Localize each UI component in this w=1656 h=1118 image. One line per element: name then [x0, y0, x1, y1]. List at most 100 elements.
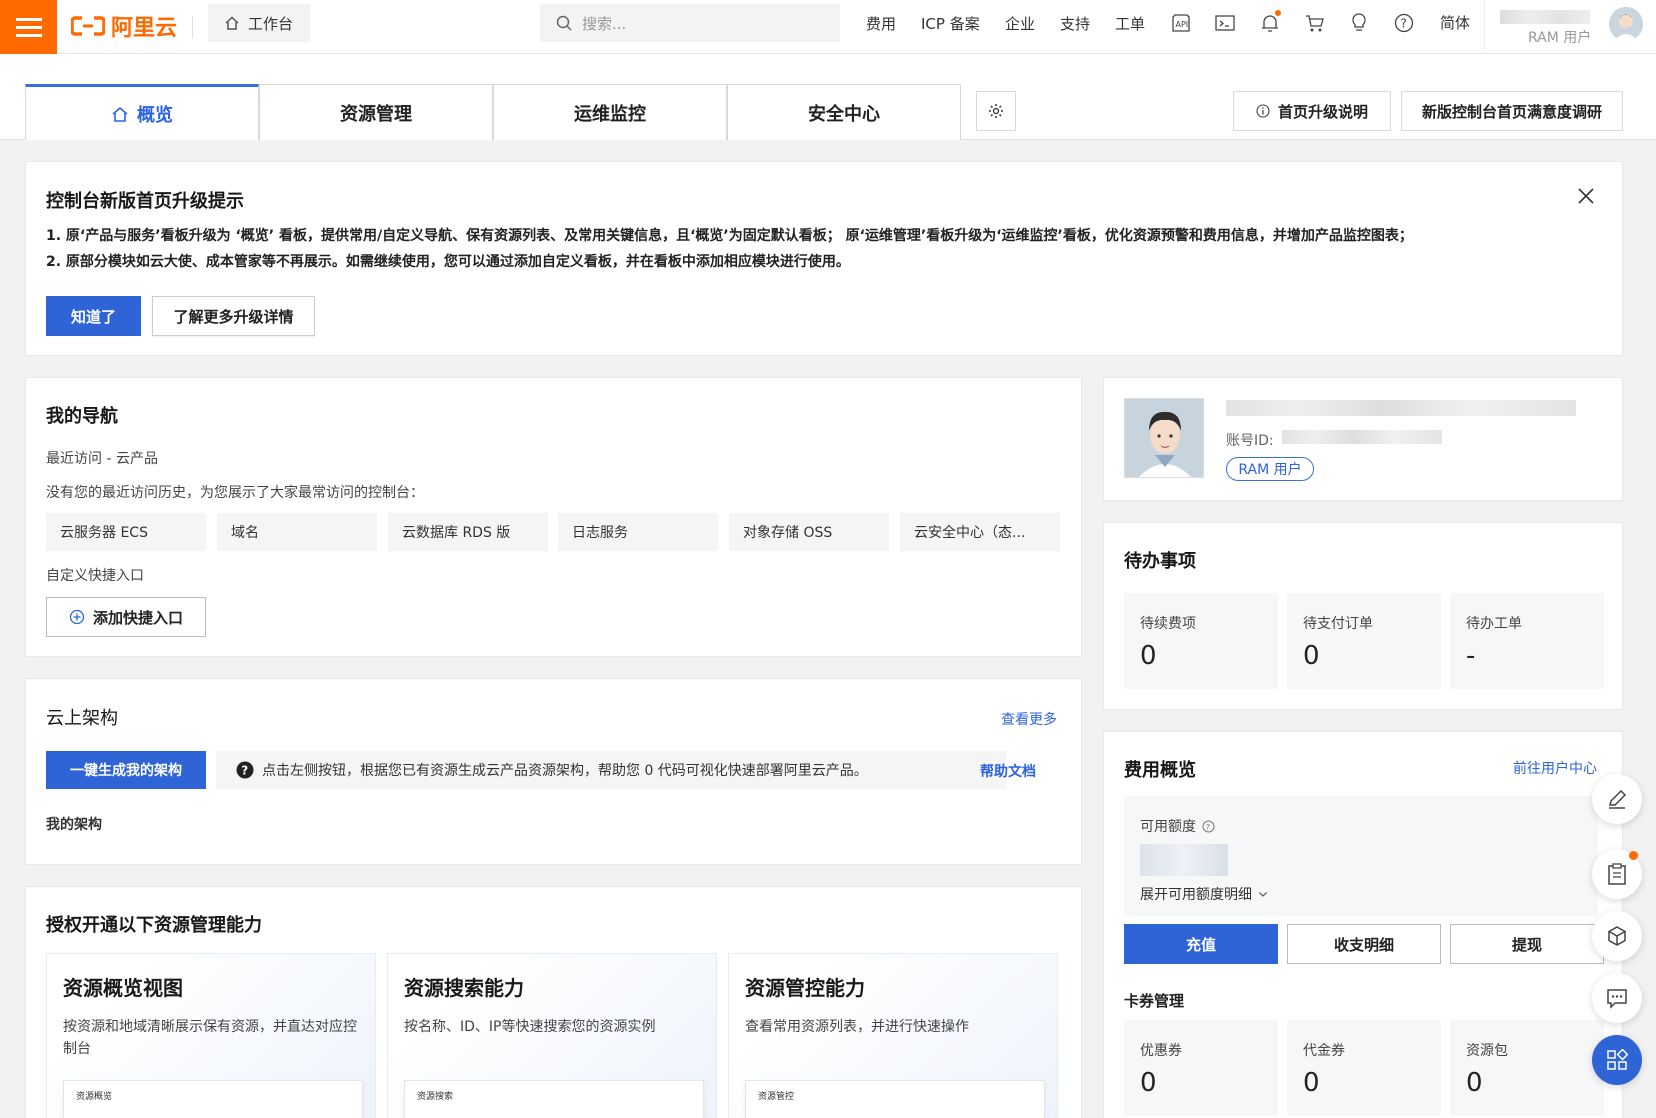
info-icon [1256, 104, 1270, 118]
question-icon: ? [236, 761, 254, 779]
notice-line-1: 1. 原‘产品与服务’看板升级为 ‘概览’ 看板，提供常用/自定义导航、保有资源… [46, 228, 1413, 244]
lightbulb-icon[interactable] [1347, 11, 1371, 35]
tab-settings-button[interactable] [976, 91, 1016, 131]
topnav-support[interactable]: 支持 [1060, 0, 1090, 46]
stat-value: 0 [1303, 1068, 1320, 1098]
preview-label: 资源管控 [758, 1092, 795, 1102]
notice-title: 控制台新版首页升级提示 [46, 191, 244, 212]
no-history-text: 没有您的最近访问历史，为您展示了大家最常访问的控制台： [46, 485, 424, 501]
close-icon[interactable] [1576, 186, 1596, 206]
stat-value: 0 [1303, 641, 1320, 671]
expand-quota-toggle[interactable]: 展开可用额度明细 [1140, 884, 1268, 904]
quick-link-log[interactable]: 日志服务 [558, 513, 718, 551]
capability-control[interactable]: 资源管控能力 查看常用资源列表，并进行快速操作 资源管控 [728, 953, 1058, 1118]
avatar[interactable] [1609, 7, 1643, 41]
coupon-resource-pack[interactable]: 资源包 0 [1450, 1020, 1604, 1116]
quick-link-rds[interactable]: 云数据库 RDS 版 [388, 513, 548, 551]
todo-unpaid-orders[interactable]: 待支付订单 0 [1287, 593, 1441, 689]
my-navigation-card: 我的导航 最近访问 - 云产品 没有您的最近访问历史，为您展示了大家最常访问的控… [25, 377, 1082, 657]
account-name-redacted [1500, 10, 1590, 24]
todo-title: 待办事项 [1124, 551, 1196, 572]
capability-search[interactable]: 资源搜索能力 按名称、ID、IP等快速搜索您的资源实例 资源搜索 [387, 953, 717, 1118]
divider [1484, 0, 1485, 54]
svg-text:API: API [1176, 20, 1189, 29]
tab-overview[interactable]: 概览 [25, 84, 259, 140]
capability-preview: 资源概览 [63, 1080, 363, 1118]
clipboard-icon [1608, 863, 1626, 885]
coupon-discount[interactable]: 优惠券 0 [1124, 1020, 1278, 1116]
quick-link-security[interactable]: 云安全中心（态... [900, 513, 1060, 551]
search-input[interactable]: 搜索... [540, 4, 840, 42]
help-icon[interactable]: ? [1392, 11, 1416, 35]
topnav-icp[interactable]: ICP 备案 [921, 0, 980, 46]
apps-float-button[interactable] [1592, 1035, 1642, 1085]
cloud-architecture-card: 云上架构 查看更多 一键生成我的架构 ? 点击左侧按钮，根据您已有资源生成云产品… [25, 678, 1082, 865]
home-icon [112, 106, 128, 122]
fees-title: 费用概览 [1124, 760, 1196, 781]
survey-button[interactable]: 新版控制台首页满意度调研 [1401, 91, 1623, 131]
stat-value: 0 [1140, 641, 1157, 671]
chevron-down-icon [1259, 892, 1267, 897]
upgrade-notes-button[interactable]: 首页升级说明 [1233, 91, 1391, 131]
stat-label: 优惠券 [1140, 1043, 1182, 1059]
capability-overview[interactable]: 资源概览视图 按资源和地域清晰展示保有资源，并直达对应控制台 资源概览 [46, 953, 376, 1118]
learn-more-button[interactable]: 了解更多升级详情 [152, 296, 315, 336]
recent-label: 最近访问 - 云产品 [46, 451, 158, 467]
add-circle-icon [69, 609, 85, 625]
generate-architecture-button[interactable]: 一键生成我的架构 [46, 751, 206, 789]
aliyun-logo[interactable]: 阿里云 [71, 10, 177, 42]
statement-button[interactable]: 收支明细 [1287, 924, 1441, 964]
account-type-label: RAM 用户 [1528, 30, 1592, 46]
expand-quota-label: 展开可用额度明细 [1140, 887, 1252, 903]
topnav-enterprise[interactable]: 企业 [1005, 0, 1035, 46]
user-center-link[interactable]: 前往用户中心 [1513, 758, 1597, 778]
cart-icon[interactable] [1303, 11, 1327, 35]
todo-renewal[interactable]: 待续费项 0 [1124, 593, 1278, 689]
hamburger-menu-button[interactable] [0, 0, 57, 54]
tab-monitoring[interactable]: 运维监控 [493, 84, 727, 140]
aliyun-logo-icon [71, 16, 105, 36]
api-icon[interactable]: API [1169, 11, 1193, 35]
quota-amount-redacted [1140, 844, 1228, 876]
capability-preview: 资源管控 [745, 1080, 1045, 1118]
capability-desc: 按资源和地域清晰展示保有资源，并直达对应控制台 [63, 1019, 357, 1057]
capability-title: 资源管控能力 [745, 976, 865, 1000]
withdraw-button[interactable]: 提现 [1450, 924, 1604, 964]
recharge-button[interactable]: 充值 [1124, 924, 1278, 964]
resource-capabilities-card: 授权开通以下资源管理能力 资源概览视图 按资源和地域清晰展示保有资源，并直达对应… [25, 886, 1082, 1118]
tab-monitoring-label: 运维监控 [574, 103, 646, 125]
upgrade-notes-label: 首页升级说明 [1277, 102, 1368, 121]
coupon-title: 卡券管理 [1124, 992, 1185, 1010]
quick-link-ecs[interactable]: 云服务器 ECS [46, 513, 206, 551]
tab-security[interactable]: 安全中心 [727, 84, 961, 140]
add-shortcut-button[interactable]: 添加快捷入口 [46, 597, 206, 637]
topnav-ticket[interactable]: 工单 [1115, 0, 1145, 46]
preview-label: 资源搜索 [417, 1092, 454, 1102]
my-architecture-label: 我的架构 [46, 817, 102, 833]
architecture-hint: ? 点击左侧按钮，根据您已有资源生成云产品资源架构，帮助您 0 代码可视化快速部… [216, 751, 1006, 789]
help-doc-link[interactable]: 帮助文档 [980, 761, 1036, 781]
view-more-link[interactable]: 查看更多 [1001, 709, 1057, 729]
edit-float-button[interactable] [1592, 774, 1642, 824]
bell-icon[interactable] [1258, 10, 1282, 35]
terminal-icon[interactable] [1213, 11, 1237, 35]
topnav-support-label: 支持 [1060, 14, 1091, 33]
language-switch[interactable]: 简体 [1440, 12, 1470, 33]
cube-icon [1608, 926, 1626, 946]
workbench-button[interactable]: 工作台 [208, 4, 310, 42]
coupon-voucher[interactable]: 代金券 0 [1287, 1020, 1441, 1116]
quick-link-domain[interactable]: 域名 [217, 513, 377, 551]
topnav-fees[interactable]: 费用 [866, 0, 896, 46]
tab-resources[interactable]: 资源管理 [259, 84, 493, 140]
stat-label: 资源包 [1466, 1043, 1508, 1059]
help-circle-icon[interactable]: ? [1202, 820, 1215, 833]
clipboard-float-button[interactable] [1592, 849, 1642, 899]
notification-dot [1275, 10, 1281, 16]
got-it-button[interactable]: 知道了 [46, 296, 141, 336]
chat-float-button[interactable] [1592, 973, 1642, 1023]
stat-label: 待支付订单 [1303, 616, 1373, 632]
quick-link-oss[interactable]: 对象存储 OSS [729, 513, 889, 551]
architecture-hint-text: 点击左侧按钮，根据您已有资源生成云产品资源架构，帮助您 0 代码可视化快速部署阿… [262, 763, 868, 779]
cube-float-button[interactable] [1592, 911, 1642, 961]
todo-tickets[interactable]: 待办工单 - [1450, 593, 1604, 689]
